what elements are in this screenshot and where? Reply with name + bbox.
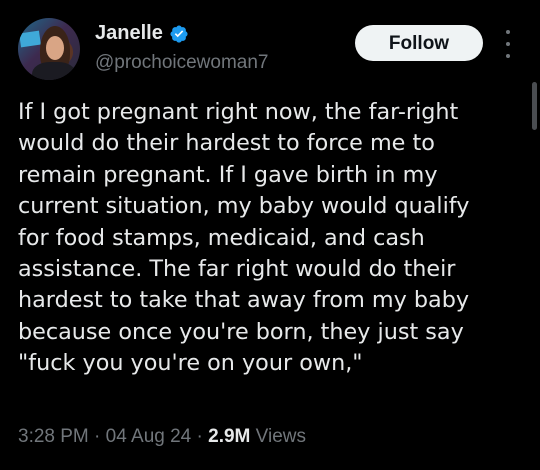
tweet-date[interactable]: 04 Aug 24 [106, 426, 192, 447]
author-handle[interactable]: @prochoicewoman7 [95, 52, 269, 74]
tweet-text: If I got pregnant right now, the far-rig… [18, 99, 470, 377]
views-label: Views [255, 426, 307, 447]
avatar-shirt [32, 62, 76, 80]
more-dot [506, 54, 510, 58]
views-count: 2.9M [208, 426, 251, 447]
author-name-row: Janelle [95, 22, 189, 45]
avatar-face [46, 36, 64, 60]
tweet-card: Janelle @prochoicewoman7 Follow If I got… [0, 0, 540, 470]
tweet-meta: 3:28 PM · 04 Aug 24 · 2.9M Views [18, 426, 306, 448]
avatar-sign [19, 30, 41, 48]
verified-badge-icon[interactable] [169, 24, 189, 44]
more-dot [506, 42, 510, 46]
follow-button[interactable]: Follow [355, 25, 483, 61]
avatar[interactable] [18, 18, 80, 80]
author-display-name[interactable]: Janelle [95, 22, 163, 45]
tweet-time[interactable]: 3:28 PM [18, 426, 89, 447]
meta-separator: · [88, 426, 106, 447]
scrollbar-thumb[interactable] [532, 82, 537, 130]
more-dot [506, 30, 510, 34]
more-options-icon[interactable] [500, 30, 516, 58]
meta-separator: · [191, 426, 209, 447]
